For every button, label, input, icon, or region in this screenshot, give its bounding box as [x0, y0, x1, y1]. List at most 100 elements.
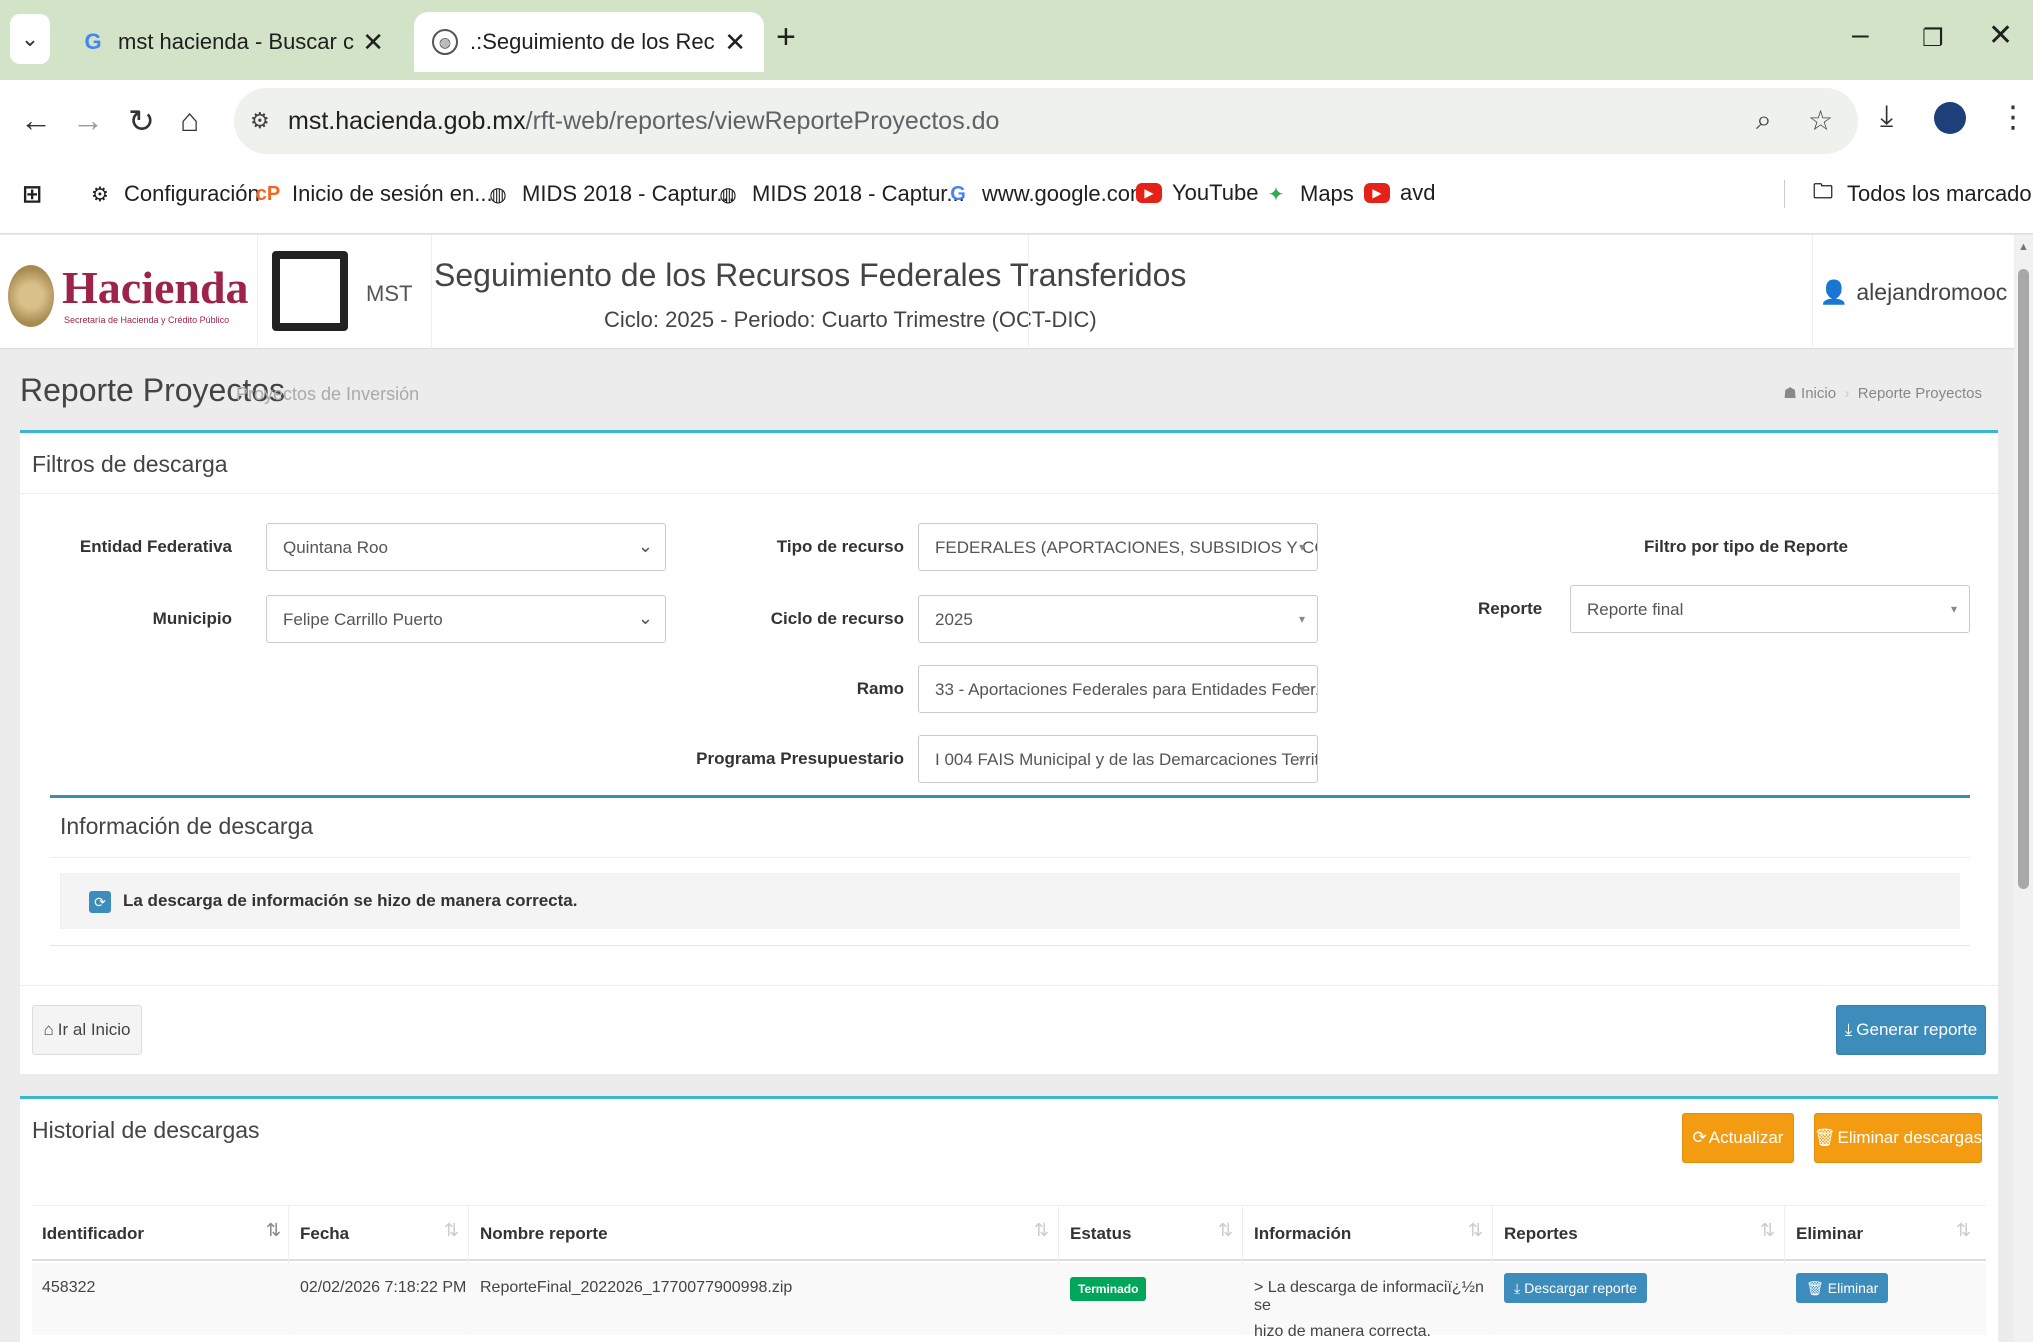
column-reportes[interactable]: Reportes — [1504, 1224, 1578, 1244]
close-icon[interactable]: ✕ — [724, 27, 746, 58]
info-message: La descarga de información se hizo de ma… — [123, 891, 578, 910]
bookmark-label: YouTube — [1172, 180, 1259, 205]
youtube-icon: ▶ — [1364, 183, 1390, 203]
programa-select[interactable]: I 004 FAIS Municipal y de las Demarcacio… — [918, 735, 1318, 783]
caret-down-icon: ▾ — [1298, 612, 1305, 626]
descargar-reporte-button[interactable]: ⤓ Descargar reporte — [1504, 1273, 1648, 1303]
user-menu[interactable]: 👤 alejandromooc — [1812, 235, 2014, 349]
municipio-select[interactable]: Felipe Carrillo Puerto ⌄ — [266, 595, 666, 643]
column-nombre-reporte[interactable]: Nombre reporte — [480, 1224, 608, 1244]
bookmark-inicio-sesion[interactable]: cP Inicio de sesión en... — [254, 180, 493, 208]
column-eliminar[interactable]: Eliminar — [1796, 1224, 1863, 1244]
browser-tab-strip: ⌄ G mst hacienda - Buscar con Goo ✕ ◍ .:… — [0, 0, 2033, 80]
tab-title: mst hacienda - Buscar con Goo — [118, 29, 354, 54]
sort-icon[interactable]: ⇅ — [1468, 1220, 1483, 1241]
divider — [50, 857, 1970, 858]
bookmark-configuracion[interactable]: ⚙ Configuración — [86, 180, 260, 208]
url-text[interactable]: mst.hacienda.gob.mx/rft-web/reportes/vie… — [288, 107, 999, 136]
actualizar-label: Actualizar — [1708, 1128, 1784, 1147]
caret-down-icon: ▾ — [1298, 540, 1305, 554]
bookmark-mids-2[interactable]: ◍ MIDS 2018 - Captur... — [714, 180, 965, 208]
column-informacion[interactable]: Información — [1254, 1224, 1351, 1244]
bookmark-youtube[interactable]: ▶ YouTube — [1136, 180, 1258, 206]
tipo-recurso-value: FEDERALES (APORTACIONES, SUBSIDIOS Y CON… — [935, 538, 1317, 557]
reload-icon[interactable]: ↻ — [128, 102, 155, 140]
info-callout: ⟳ La descarga de información se hizo de … — [60, 873, 1960, 929]
sort-desc-icon[interactable]: ⇅ — [266, 1220, 281, 1241]
column-fecha[interactable]: Fecha — [300, 1224, 349, 1244]
globe-icon: ◍ — [719, 183, 737, 206]
back-icon[interactable]: ← — [20, 102, 52, 139]
entidad-select[interactable]: Quintana Roo ⌄ — [266, 523, 666, 571]
eliminar-row-button[interactable]: 🗑 Eliminar — [1796, 1273, 1889, 1303]
sort-icon[interactable]: ⇅ — [1956, 1220, 1971, 1241]
zoom-icon[interactable]: ⌕ — [1756, 104, 1772, 137]
new-tab-button[interactable]: + — [776, 18, 796, 57]
restore-icon[interactable]: ❐ — [1922, 24, 1944, 53]
globe-icon: ◍ — [489, 183, 507, 206]
bookmark-label: Maps — [1300, 181, 1354, 206]
scroll-up-arrow[interactable]: ▲ — [2018, 241, 2029, 253]
eliminar-descargas-label: Eliminar descargas — [1837, 1128, 1983, 1147]
scroll-thumb[interactable] — [2018, 269, 2029, 889]
minimize-icon[interactable]: – — [1852, 18, 1869, 52]
ciclo-value: 2025 — [935, 610, 973, 629]
page-content: Reporte Proyectos Proyectos de Inversión… — [0, 350, 2014, 1342]
info-title: Información de descarga — [60, 813, 314, 839]
sort-icon[interactable]: ⇅ — [444, 1220, 459, 1241]
mst-logo-icon — [272, 251, 348, 331]
sort-icon[interactable]: ⇅ — [1218, 1220, 1233, 1241]
row-fecha: 02/02/2026 7:18:22 PM — [300, 1279, 467, 1296]
generar-reporte-button[interactable]: ⤓ Generar reporte — [1836, 1005, 1986, 1055]
window-close-icon[interactable]: ✕ — [1988, 18, 2013, 53]
breadcrumb: ☗ Inicio › Reporte Proyectos — [1783, 384, 1982, 402]
row-informacion-line1: > La descarga de informaciï¿½n se — [1254, 1279, 1484, 1314]
caret-down-icon: ▾ — [1298, 752, 1305, 766]
bookmark-mids-1[interactable]: ◍ MIDS 2018 - Captur... — [484, 180, 735, 208]
address-bar[interactable]: ⚙ mst.hacienda.gob.mx/rft-web/reportes/v… — [234, 88, 1858, 154]
filtros-panel: Filtros de descarga Entidad Federativa Q… — [20, 430, 1998, 1074]
download-icon[interactable]: ⤓ — [1880, 100, 1893, 134]
close-icon[interactable]: ✕ — [362, 27, 384, 58]
page-scrollbar[interactable]: ▲ — [2014, 235, 2033, 1342]
eliminar-descargas-button[interactable]: 🗑 Eliminar descargas — [1814, 1113, 1982, 1163]
dashboard-icon: ☗ — [1783, 385, 1797, 402]
all-bookmarks[interactable]: 🗀 Todos los marcadores — [1784, 180, 2033, 208]
browser-tab-active[interactable]: ◍ .:Seguimiento de los Recursos F ✕ — [414, 12, 764, 72]
menu-kebab-icon[interactable]: ⋮ — [1998, 100, 2028, 135]
bookmark-avd[interactable]: ▶ avd — [1364, 180, 1435, 206]
bookmarks-bar: ⊞ ⚙ Configuración cP Inicio de sesión en..… — [0, 166, 2033, 234]
row-nombre-reporte: ReporteFinal_2022026_1770077900998.zip — [480, 1279, 793, 1296]
tab-list-button[interactable]: ⌄ — [10, 14, 50, 64]
sort-icon[interactable]: ⇅ — [1760, 1220, 1775, 1241]
home-icon[interactable]: ⌂ — [180, 102, 199, 139]
column-identificador[interactable]: Identificador — [42, 1224, 144, 1244]
actualizar-button[interactable]: ⟳ Actualizar — [1682, 1113, 1794, 1163]
breadcrumb-home[interactable]: Inicio — [1801, 385, 1836, 402]
ramo-select[interactable]: 33 - Aportaciones Federales para Entidad… — [918, 665, 1318, 713]
site-settings-icon[interactable]: ⚙ — [250, 108, 270, 134]
home-icon: ⌂ — [43, 1020, 54, 1039]
tipo-recurso-select[interactable]: FEDERALES (APORTACIONES, SUBSIDIOS Y CON… — [918, 523, 1318, 571]
page-subtitle: Proyectos de Inversión — [236, 384, 420, 404]
star-icon[interactable]: ☆ — [1808, 104, 1833, 137]
bookmark-maps[interactable]: ✦ Maps — [1262, 180, 1354, 208]
divider — [20, 493, 1998, 494]
browser-tab-search[interactable]: G mst hacienda - Buscar con Goo ✕ — [62, 12, 402, 72]
hacienda-logo[interactable]: Hacienda Secretaría de Hacienda y Crédit… — [0, 235, 258, 349]
globe-icon: ◍ — [432, 29, 458, 55]
profile-avatar[interactable] — [1934, 102, 1966, 134]
column-estatus[interactable]: Estatus — [1070, 1224, 1131, 1244]
seal-icon — [8, 265, 54, 327]
reporte-select[interactable]: Reporte final ▾ — [1570, 585, 1970, 633]
bookmark-google[interactable]: Gwww.google.com — [944, 180, 1148, 208]
forward-icon[interactable]: → — [72, 102, 104, 139]
system-title: Seguimiento de los Recursos Federales Tr… — [434, 257, 1187, 293]
divider — [50, 945, 1970, 946]
ir-inicio-button[interactable]: ⌂ Ir al Inicio — [32, 1005, 142, 1055]
tab-title: .:Seguimiento de los Recursos F — [470, 29, 716, 54]
ciclo-select[interactable]: 2025 ▾ — [918, 595, 1318, 643]
system-period: Ciclo: 2025 - Periodo: Cuarto Trimestre … — [604, 307, 1097, 332]
apps-grid-icon[interactable]: ⊞ — [18, 180, 56, 208]
sort-icon[interactable]: ⇅ — [1034, 1220, 1049, 1241]
